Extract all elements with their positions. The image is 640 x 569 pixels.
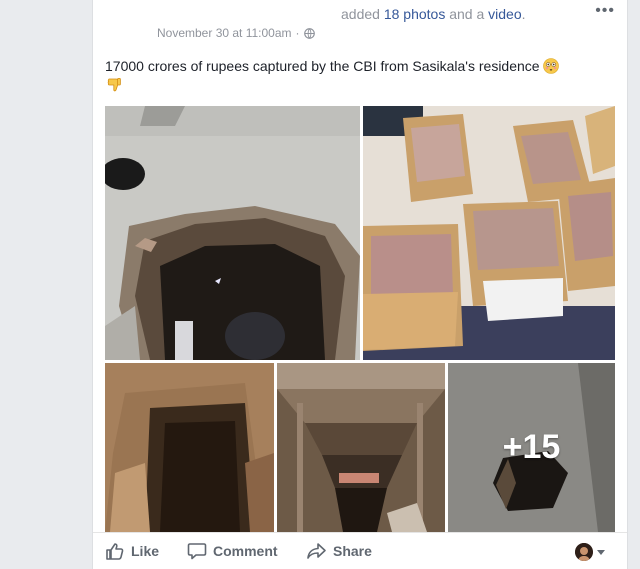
share-button[interactable]: Share <box>307 541 372 561</box>
react-as-selector[interactable] <box>575 543 605 561</box>
page: added 18 photos and a video. ••• Novembe… <box>0 0 640 569</box>
header-and: and a <box>445 6 489 22</box>
share-arrow-icon <box>307 543 326 559</box>
comment-label: Comment <box>213 543 278 559</box>
photo-3-image <box>105 363 274 532</box>
meta-separator: · <box>295 26 300 40</box>
post-body: 17000 crores of rupees captured by the C… <box>105 58 540 74</box>
photo-money-boxes[interactable] <box>363 106 615 360</box>
post-header: added 18 photos and a video. <box>341 6 526 22</box>
photo-1-image <box>105 106 360 360</box>
speech-bubble-icon <box>187 543 207 560</box>
photo-more[interactable]: +15 <box>448 363 615 532</box>
like-button[interactable]: Like <box>105 541 159 561</box>
chevron-down-icon <box>597 549 605 555</box>
avatar <box>575 543 593 561</box>
video-link[interactable]: video <box>488 6 521 22</box>
flushed-emoji-icon <box>543 58 560 74</box>
post-card: added 18 photos and a video. ••• Novembe… <box>92 0 628 569</box>
photo-hole-floor[interactable] <box>105 106 360 360</box>
like-label: Like <box>131 543 160 559</box>
comment-button[interactable]: Comment <box>187 541 278 561</box>
thumbs-up-icon <box>106 543 124 560</box>
header-action: added <box>341 6 380 22</box>
post-meta: November 30 at 11:00am · <box>157 26 315 40</box>
post-timestamp[interactable]: November 30 at 11:00am <box>157 26 292 40</box>
action-bar: Like Comment Share <box>93 532 627 569</box>
post-text: 17000 crores of rupees captured by the C… <box>105 56 615 76</box>
photo-shaft[interactable] <box>277 363 445 532</box>
photos-link[interactable]: 18 photos <box>384 6 446 22</box>
photo-4-image <box>277 363 445 532</box>
share-label: Share <box>333 543 372 559</box>
header-end: . <box>521 6 526 22</box>
globe-icon[interactable] <box>303 27 315 39</box>
photo-pit[interactable] <box>105 363 274 532</box>
more-options-icon[interactable]: ••• <box>595 2 615 20</box>
pointing-down-emoji-icon <box>107 78 121 92</box>
photo-2-image <box>363 106 615 360</box>
more-photos-count[interactable]: +15 <box>448 363 615 532</box>
